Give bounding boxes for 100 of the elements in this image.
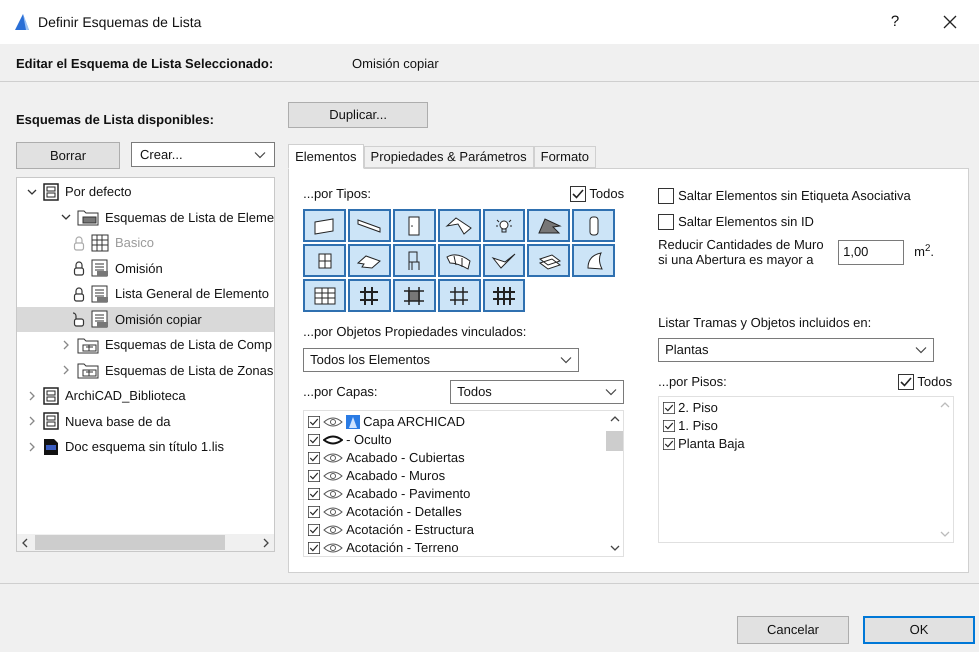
scroll-right-icon[interactable]	[262, 538, 270, 548]
element-type-button[interactable]	[482, 209, 526, 242]
checkbox[interactable]	[308, 452, 320, 464]
layer-name[interactable]: Capa ARCHICAD	[363, 412, 465, 432]
collapse-icon[interactable]	[61, 212, 71, 222]
help-button[interactable]: ?	[875, 10, 915, 34]
checkbox[interactable]	[658, 214, 674, 230]
eye-icon[interactable]	[323, 488, 344, 500]
element-type-button[interactable]	[303, 209, 346, 242]
checkbox[interactable]	[663, 420, 676, 432]
tree-item[interactable]: Esquemas de Lista de Zonas	[17, 358, 274, 383]
tree-item[interactable]: Nueva base de da	[17, 408, 274, 434]
layer-name[interactable]: Acabado - Pavimento	[346, 484, 470, 504]
cabinet-icon	[43, 182, 59, 201]
element-type-button[interactable]	[348, 209, 391, 242]
element-type-button[interactable]	[572, 244, 616, 277]
layer-name[interactable]: Acotación - Terreno	[346, 538, 459, 556]
element-type-button[interactable]	[438, 209, 481, 242]
element-type-button[interactable]	[303, 244, 346, 277]
element-type-button[interactable]	[392, 209, 436, 242]
tree-item[interactable]: Por defecto	[17, 179, 274, 204]
scrollbar-thumb[interactable]	[35, 535, 225, 550]
duplicate-button[interactable]: Duplicar...	[288, 102, 428, 128]
door-icon	[407, 214, 422, 238]
eye-icon[interactable]	[323, 452, 344, 464]
layer-name[interactable]: - Oculto	[346, 430, 392, 450]
collapse-icon[interactable]	[27, 186, 37, 197]
unit-label: m$^{2}$.	[914, 242, 934, 262]
checkbox[interactable]	[308, 470, 320, 482]
element-type-button[interactable]	[303, 279, 346, 312]
checkbox[interactable]	[308, 542, 320, 554]
eye-icon[interactable]	[323, 542, 344, 554]
element-type-button[interactable]	[438, 279, 481, 312]
linked-properties-dropdown[interactable]: Todos los Elementos	[303, 348, 580, 372]
story-name[interactable]: Planta Baja	[678, 434, 745, 454]
expand-icon[interactable]	[27, 390, 37, 401]
closed-eye-icon[interactable]	[323, 434, 344, 446]
layer-name[interactable]: Acabado - Cubiertas	[346, 448, 465, 468]
layer-name[interactable]: Acotación - Estructura	[346, 520, 474, 540]
checkbox[interactable]	[308, 488, 320, 500]
element-type-button[interactable]	[482, 279, 526, 312]
tree-item[interactable]: ArchiCAD_Biblioteca	[17, 383, 274, 408]
checkbox[interactable]	[308, 434, 320, 446]
tab[interactable]: Propiedades & Parámetros	[364, 146, 534, 168]
scrollbar-thumb[interactable]	[606, 430, 624, 450]
element-type-button[interactable]	[438, 244, 481, 277]
checkbox-label: Todos	[917, 372, 952, 391]
element-type-button[interactable]	[392, 244, 436, 277]
threshold-field[interactable]: 1,00	[838, 240, 904, 264]
checkbox[interactable]	[570, 186, 586, 202]
eye-icon[interactable]	[323, 470, 344, 482]
tree-item[interactable]: Doc esquema sin título 1.lis	[17, 434, 274, 460]
scroll-up-icon[interactable]	[610, 414, 620, 422]
eye-icon[interactable]	[323, 524, 344, 536]
checkbox[interactable]	[898, 374, 914, 390]
tree-item[interactable]: Esquemas de Lista de Eleme	[17, 204, 274, 230]
tree-item[interactable]: Lista General de Elemento	[17, 281, 274, 306]
scroll-down-icon[interactable]	[610, 544, 620, 552]
caret-icon	[605, 388, 618, 396]
expand-icon[interactable]	[61, 365, 71, 376]
close-icon[interactable]	[943, 15, 957, 29]
element-type-button[interactable]	[348, 279, 391, 312]
checkbox[interactable]	[663, 438, 676, 450]
story-name[interactable]: 1. Piso	[678, 416, 718, 436]
create-dropdown[interactable]: Crear...	[131, 142, 276, 167]
list-in-dropdown[interactable]: Plantas	[658, 338, 934, 362]
list-in-label: Listar Tramas y Objetos incluidos en:	[658, 314, 872, 332]
checkbox[interactable]	[308, 506, 320, 518]
lock-icon	[73, 286, 85, 302]
expand-icon[interactable]	[27, 442, 37, 452]
element-type-button[interactable]	[392, 279, 436, 312]
element-type-button[interactable]	[527, 209, 570, 242]
tree-item[interactable]: Omisión copiar	[17, 306, 274, 332]
eye-icon[interactable]	[323, 416, 344, 428]
expand-icon[interactable]	[61, 340, 71, 350]
scroll-left-icon[interactable]	[21, 538, 29, 548]
list-icon	[91, 284, 109, 303]
dialog-button[interactable]: Cancelar	[737, 616, 849, 644]
eye-icon[interactable]	[323, 506, 344, 518]
expand-icon[interactable]	[27, 416, 37, 426]
layers-dropdown[interactable]: Todos	[450, 380, 624, 404]
layer-name[interactable]: Acotación - Detalles	[346, 502, 462, 522]
checkbox[interactable]	[658, 188, 674, 204]
delete-button[interactable]: Borrar	[16, 142, 120, 169]
layer-name[interactable]: Acabado - Muros	[346, 466, 446, 486]
tab[interactable]: Formato	[534, 146, 596, 168]
table-icon	[91, 234, 109, 252]
dialog-button[interactable]: OK	[863, 616, 975, 644]
element-type-button[interactable]	[482, 244, 526, 277]
element-type-button[interactable]	[572, 209, 616, 242]
element-type-button[interactable]	[348, 244, 391, 277]
tab[interactable]: Elementos	[288, 144, 364, 169]
element-type-button[interactable]	[527, 244, 570, 277]
section-title: Esquemas de Lista disponibles:	[16, 111, 215, 129]
story-name[interactable]: 2. Piso	[678, 398, 718, 418]
tree-item[interactable]: Omisión	[17, 256, 274, 281]
checkbox[interactable]	[308, 416, 320, 428]
checkbox[interactable]	[663, 402, 676, 414]
checkbox[interactable]	[308, 524, 320, 536]
tree-item[interactable]: Esquemas de Lista de Comp	[17, 332, 274, 358]
